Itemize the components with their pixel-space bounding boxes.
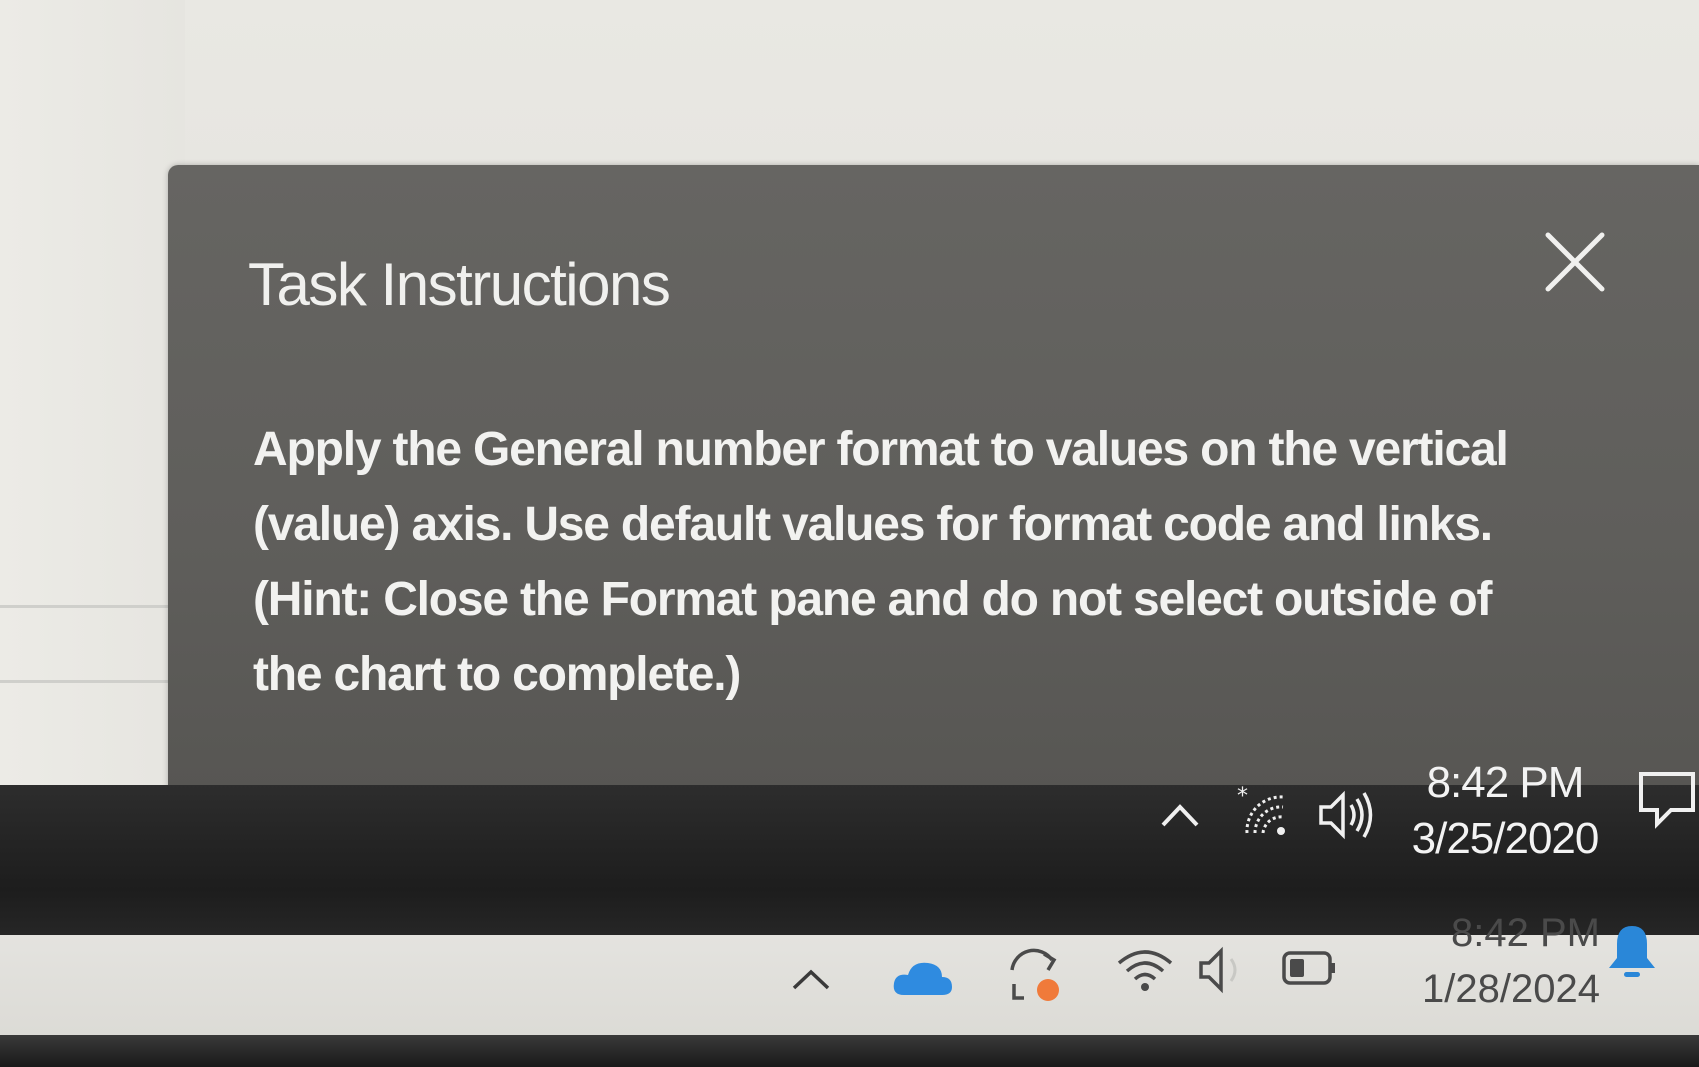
instruction-line: Apply the General number format to value…	[253, 423, 1509, 476]
battery-icon	[1282, 951, 1335, 985]
volume-icon	[1319, 790, 1373, 840]
inner-clock[interactable]: 8:42 PM 3/25/2020	[1390, 755, 1620, 867]
notifications-button[interactable]	[1605, 920, 1659, 989]
volume-icon	[1199, 946, 1237, 994]
chevron-up-icon	[792, 969, 830, 990]
sync-icon	[1010, 948, 1059, 1001]
close-button[interactable]	[1540, 227, 1610, 297]
bell-icon	[1609, 926, 1655, 977]
panel-title: Task Instructions	[248, 251, 671, 318]
inner-time: 8:42 PM	[1426, 758, 1585, 807]
network-button[interactable]: *	[1235, 784, 1295, 850]
close-icon	[1545, 232, 1605, 292]
instruction-line: the chart to complete.)	[253, 648, 741, 701]
outer-time: 8:42 PM	[1451, 911, 1600, 955]
action-center-button[interactable]	[1635, 768, 1699, 837]
battery-button[interactable]	[1280, 945, 1340, 996]
show-hidden-icons-button[interactable]	[788, 960, 834, 1001]
notification-icon	[1639, 772, 1695, 829]
outer-date: 1/28/2024	[1422, 967, 1600, 1011]
show-hidden-icons-button[interactable]	[1155, 795, 1205, 840]
network-button[interactable]	[1115, 945, 1175, 1000]
divider	[0, 680, 185, 683]
sync-button[interactable]	[1000, 940, 1068, 1013]
instruction-line: (value) axis. Use default values for for…	[253, 498, 1493, 551]
task-instructions-panel: Task Instructions Apply the General numb…	[168, 165, 1699, 790]
background-app-area	[0, 0, 185, 790]
inner-date: 3/25/2020	[1411, 814, 1600, 863]
outer-clock[interactable]: 8:42 PM 1/28/2024	[1380, 905, 1600, 1017]
monitor-bezel	[0, 1035, 1699, 1067]
volume-button[interactable]	[1315, 785, 1377, 850]
volume-button[interactable]	[1195, 945, 1255, 1000]
onedrive-button[interactable]	[890, 955, 954, 1006]
chevron-up-icon	[1161, 804, 1199, 827]
svg-text:*: *	[1237, 785, 1248, 809]
divider	[0, 605, 185, 608]
instruction-text: Apply the General number format to value…	[253, 412, 1643, 712]
instruction-line: (Hint: Close the Format pane and do not …	[253, 573, 1493, 626]
onedrive-cloud-icon	[893, 962, 952, 995]
wifi-icon	[1117, 950, 1173, 991]
wifi-icon: *	[1237, 784, 1285, 835]
